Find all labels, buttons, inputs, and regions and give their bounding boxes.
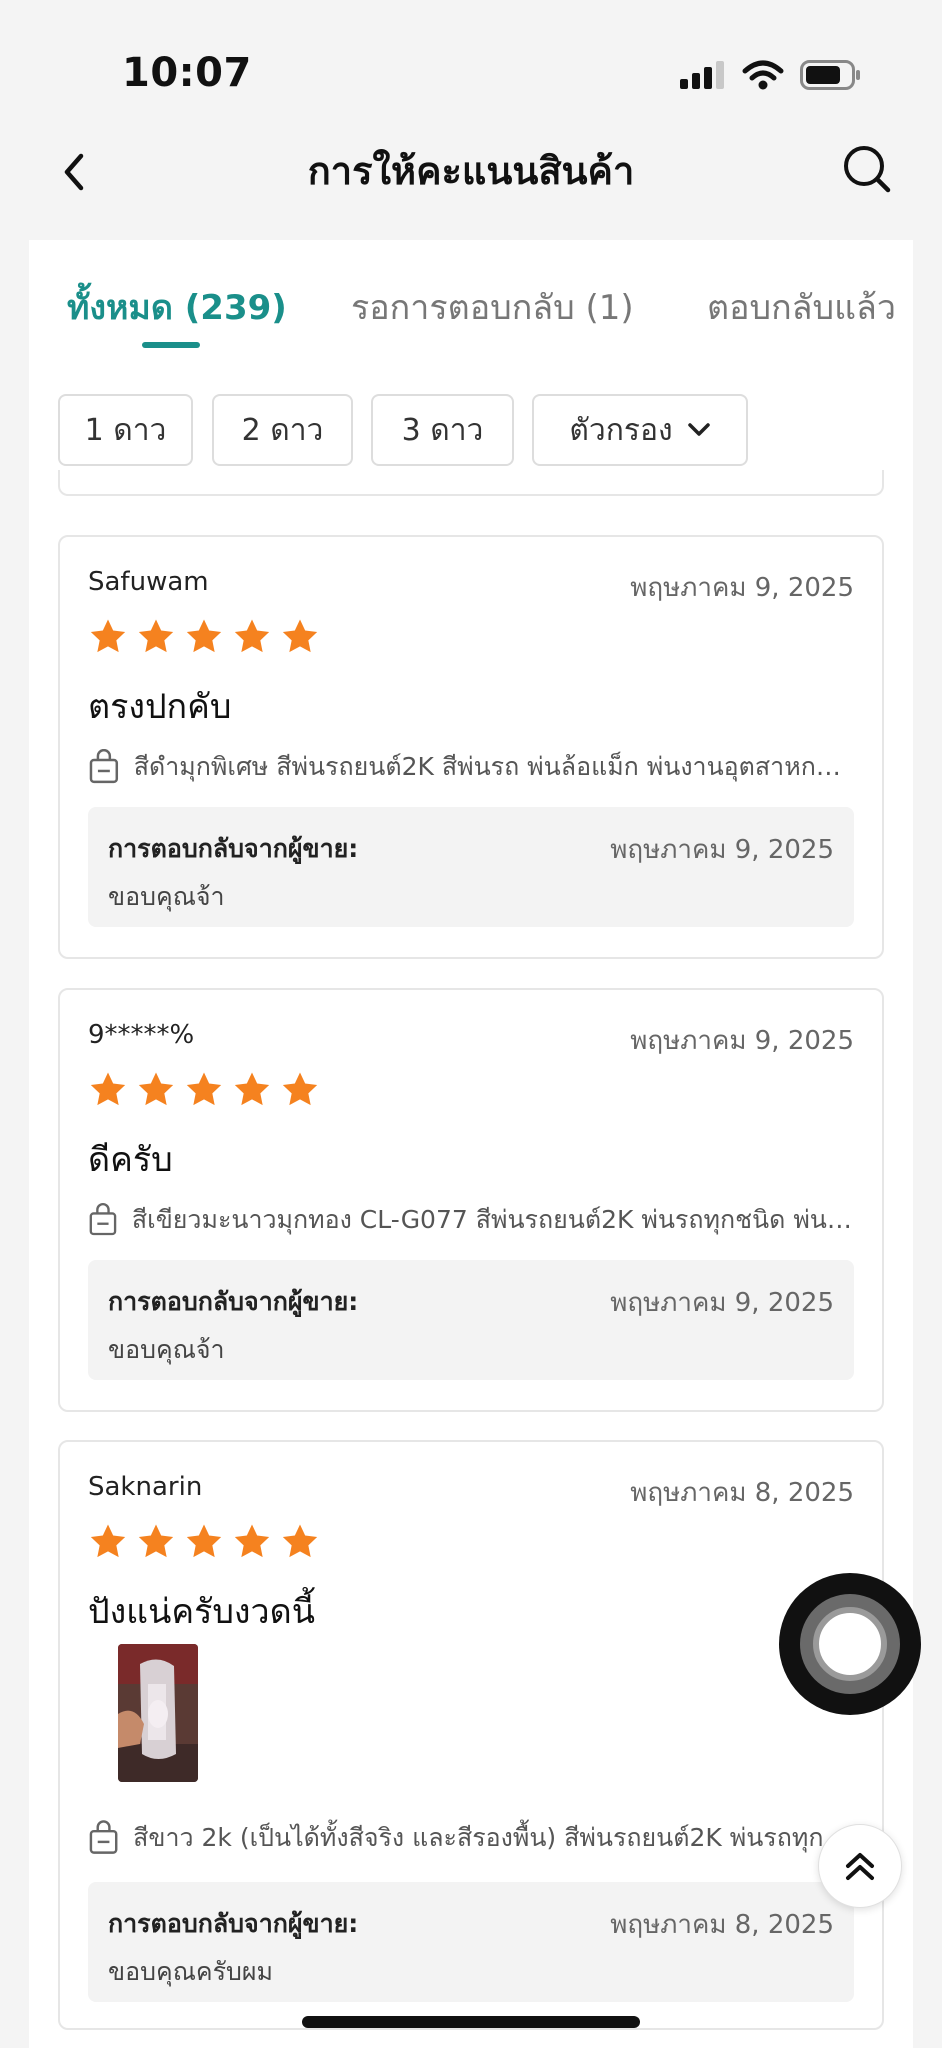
filter-3-star[interactable]: 3 ดาว [371, 394, 514, 466]
reply-date: พฤษภาคม 9, 2025 [610, 1288, 834, 1318]
home-indicator[interactable] [302, 2016, 640, 2028]
star-icon [234, 619, 270, 653]
filter-dropdown[interactable]: ตัวกรอง [532, 394, 748, 466]
filter-label: ตัวกรอง [569, 412, 673, 448]
reply-text: ขอบคุณจ้า [108, 1335, 225, 1364]
filter-label: 1 ดาว [84, 412, 167, 448]
previous-review-card [58, 470, 884, 496]
search-icon [844, 146, 891, 193]
star-icon [282, 619, 318, 653]
star-rating [88, 617, 320, 657]
star-icon [282, 1524, 318, 1558]
ratings-panel: ทั้งหมด (239) รอการตอบกลับ (1) ตอบกลับแล… [29, 240, 913, 2048]
review-date: พฤษภาคม 9, 2025 [630, 1026, 854, 1056]
shopping-bag-icon [89, 749, 119, 784]
reply-text: ขอบคุณครับผม [108, 1957, 274, 1986]
navigation-bar: การให้คะแนนสินค้า [0, 120, 942, 240]
star-icon [138, 1072, 174, 1106]
double-chevron-up-icon [846, 1853, 874, 1880]
product-variant[interactable]: สีดำมุกพิเศษ สีพ่นรถยนต์2K สีพ่นรถ พ่นล้… [88, 747, 854, 787]
product-variant[interactable]: สีเขียวมะนาวมุกทอง CL-G077 สีพ่นรถยนต์2K… [88, 1200, 854, 1240]
page-title: การให้คะแนนสินค้า [307, 149, 635, 193]
star-icon [90, 1524, 126, 1558]
filter-label: 2 ดาว [241, 412, 324, 448]
assistive-touch-button[interactable] [779, 1573, 921, 1715]
variant-text: สีดำมุกพิเศษ สีพ่นรถยนต์2K สีพ่นรถ พ่นล้… [133, 752, 854, 781]
review-card: Saknarin พฤษภาคม 8, 2025 ปังแน่ครับงวดนี… [58, 1440, 884, 2030]
reply-label: การตอบกลับจากผู้ขาย: [108, 1909, 359, 1938]
active-tab-indicator [142, 342, 200, 348]
filter-2-star[interactable]: 2 ดาว [212, 394, 353, 466]
wifi-icon [742, 60, 784, 90]
status-bar: 10:07 [0, 0, 942, 120]
tab-all[interactable]: ทั้งหมด (239) [67, 280, 287, 334]
assistive-touch-ring [800, 1594, 900, 1694]
star-rating [88, 1070, 320, 1110]
filter-1-star[interactable]: 1 ดาว [58, 394, 193, 466]
reviewer-name: Saknarin [88, 1472, 203, 1502]
reply-label: การตอบกลับจากผู้ขาย: [108, 1287, 359, 1316]
assistive-touch-core [813, 1607, 887, 1681]
reviewer-name: 9*****% [88, 1020, 195, 1050]
review-photo[interactable] [118, 1644, 198, 1782]
cellular-signal-icon [680, 61, 724, 89]
star-rating [88, 1522, 320, 1562]
tab-awaiting-reply[interactable]: รอการตอบกลับ (1) [351, 280, 634, 334]
seller-reply: การตอบกลับจากผู้ขาย: พฤษภาคม 9, 2025 ขอบ… [88, 807, 854, 927]
review-date: พฤษภาคม 9, 2025 [630, 573, 854, 603]
tab-bar: ทั้งหมด (239) รอการตอบกลับ (1) ตอบกลับแล… [29, 240, 913, 350]
review-card: 9*****% พฤษภาคม 9, 2025 ดีครับ สีเขียวมะ… [58, 988, 884, 1412]
reply-label: การตอบกลับจากผู้ขาย: [108, 834, 359, 863]
star-icon [234, 1072, 270, 1106]
star-icon [234, 1524, 270, 1558]
star-icon [282, 1072, 318, 1106]
review-text: ปังแน่ครับงวดนี้ [88, 1592, 315, 1632]
star-icon [90, 1072, 126, 1106]
shopping-bag-icon [89, 1820, 118, 1854]
filter-label: 3 ดาว [401, 412, 484, 448]
product-variant[interactable]: สีขาว 2k (เป็นได้ทั้งสีจริง และสีรองพื้น… [88, 1818, 854, 1858]
star-icon [90, 619, 126, 653]
reviewer-name: Safuwam [88, 567, 209, 597]
star-icon [138, 1524, 174, 1558]
star-icon [186, 1524, 222, 1558]
chevron-down-icon [687, 423, 710, 436]
review-card: Safuwam พฤษภาคม 9, 2025 ตรงปกคับ สีดำมุก… [58, 535, 884, 959]
battery-icon [800, 60, 860, 90]
star-icon [186, 619, 222, 653]
status-time: 10:07 [122, 50, 252, 96]
variant-text: สีเขียวมะนาวมุกทอง CL-G077 สีพ่นรถยนต์2K… [131, 1205, 854, 1234]
seller-reply: การตอบกลับจากผู้ขาย: พฤษภาคม 8, 2025 ขอบ… [88, 1882, 854, 2002]
variant-text: สีขาว 2k (เป็นได้ทั้งสีจริง และสีรองพื้น… [133, 1823, 854, 1852]
reply-date: พฤษภาคม 8, 2025 [610, 1910, 834, 1940]
seller-reply: การตอบกลับจากผู้ขาย: พฤษภาคม 9, 2025 ขอบ… [88, 1260, 854, 1380]
star-icon [186, 1072, 222, 1106]
status-icons [680, 60, 862, 90]
scroll-to-top-button[interactable] [818, 1824, 902, 1908]
tab-replied[interactable]: ตอบกลับแล้ว [707, 280, 896, 334]
search-button[interactable] [832, 134, 902, 204]
reply-date: พฤษภาคม 9, 2025 [610, 835, 834, 865]
review-date: พฤษภาคม 8, 2025 [630, 1478, 854, 1508]
review-text: ดีครับ [88, 1140, 173, 1180]
review-photo-thumbnail [118, 1644, 198, 1782]
reply-text: ขอบคุณจ้า [108, 882, 225, 911]
star-icon [138, 619, 174, 653]
review-text: ตรงปกคับ [88, 687, 232, 727]
shopping-bag-icon [89, 1203, 117, 1236]
